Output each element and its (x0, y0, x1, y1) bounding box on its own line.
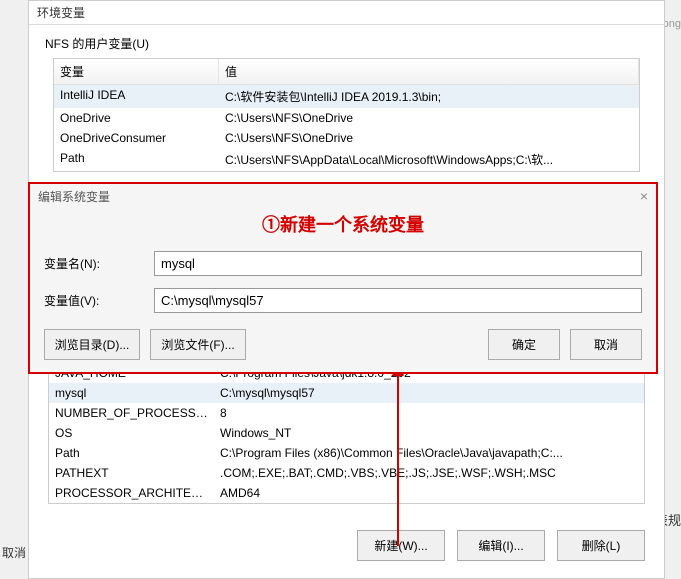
edit-system-var-dialog: 编辑系统变量 × ①新建一个系统变量 变量名(N): 变量值(V): 浏览目录(… (28, 182, 658, 374)
user-vars-section: NFS 的用户变量(U) 变量 值 IntelliJ IDEAC:\软件安装包\… (29, 25, 664, 176)
window-title: 环境变量 (29, 1, 664, 25)
cell-var: PATHEXT (49, 463, 214, 483)
annotation-text: ①新建一个系统变量 (30, 209, 656, 245)
system-vars-table: JAVA_HOMEC:\Program Files\Java\jdk1.8.0_… (48, 362, 645, 504)
delete-button[interactable]: 删除(L) (557, 530, 645, 561)
system-vars-buttons: 新建(W)... 编辑(I)... 删除(L) (357, 530, 645, 561)
table-row[interactable]: OneDriveConsumerC:\Users\NFS\OneDrive (54, 128, 639, 148)
cell-var: OneDrive (54, 108, 219, 128)
table-row[interactable]: PathC:\Program Files (x86)\Common Files\… (49, 443, 644, 463)
cell-val: C:\Program Files (x86)\Common Files\Orac… (214, 443, 644, 463)
new-button[interactable]: 新建(W)... (357, 530, 445, 561)
browse-file-button[interactable]: 浏览文件(F)... (150, 329, 246, 360)
var-value-input[interactable] (154, 288, 642, 313)
cell-val: 8 (214, 403, 644, 423)
outer-cancel[interactable]: 取消 (2, 544, 26, 561)
table-row[interactable]: PathC:\Users\NFS\AppData\Local\Microsoft… (54, 148, 639, 171)
var-name-input[interactable] (154, 251, 642, 276)
table-row[interactable]: OSWindows_NT (49, 423, 644, 443)
browse-dir-button[interactable]: 浏览目录(D)... (44, 329, 140, 360)
cell-var: NUMBER_OF_PROCESSORS (49, 403, 214, 423)
table-row[interactable]: OneDriveC:\Users\NFS\OneDrive (54, 108, 639, 128)
dialog-title: 编辑系统变量 × (30, 184, 656, 209)
cell-val: C:\mysql\mysql57 (214, 383, 644, 403)
user-vars-label: NFS 的用户变量(U) (45, 35, 648, 52)
cell-val: C:\Users\NFS\OneDrive (219, 128, 639, 148)
bg-fragment: ong (663, 18, 681, 30)
table-row[interactable]: NUMBER_OF_PROCESSORS8 (49, 403, 644, 423)
cell-var: PROCESSOR_ARCHITECTU... (49, 483, 214, 503)
annotation-arrow (397, 370, 399, 546)
table-row[interactable]: PROCESSOR_ARCHITECTU...AMD64 (49, 483, 644, 503)
close-icon[interactable]: × (640, 188, 648, 204)
table-row[interactable]: mysqlC:\mysql\mysql57 (49, 383, 644, 403)
table-header: 变量 值 (54, 59, 639, 85)
cancel-button[interactable]: 取消 (570, 329, 642, 360)
edit-button[interactable]: 编辑(I)... (457, 530, 545, 561)
user-vars-table: 变量 值 IntelliJ IDEAC:\软件安装包\IntelliJ IDEA… (53, 58, 640, 172)
cell-val: C:\软件安装包\IntelliJ IDEA 2019.1.3\bin; (219, 85, 639, 108)
cell-val: C:\Users\NFS\AppData\Local\Microsoft\Win… (219, 148, 639, 171)
cell-val: C:\Users\NFS\OneDrive (219, 108, 639, 128)
ok-button[interactable]: 确定 (488, 329, 560, 360)
cell-var: IntelliJ IDEA (54, 85, 219, 108)
header-var[interactable]: 变量 (54, 59, 219, 84)
cell-val: AMD64 (214, 483, 644, 503)
cell-val: .COM;.EXE;.BAT;.CMD;.VBS;.VBE;.JS;.JSE;.… (214, 463, 644, 483)
cell-var: Path (54, 148, 219, 171)
cell-var: mysql (49, 383, 214, 403)
table-row[interactable]: PATHEXT.COM;.EXE;.BAT;.CMD;.VBS;.VBE;.JS… (49, 463, 644, 483)
table-row[interactable]: IntelliJ IDEAC:\软件安装包\IntelliJ IDEA 2019… (54, 85, 639, 108)
var-value-label: 变量值(V): (44, 292, 154, 309)
header-val[interactable]: 值 (219, 59, 639, 84)
cell-var: OneDriveConsumer (54, 128, 219, 148)
dialog-title-text: 编辑系统变量 (38, 190, 110, 204)
cell-val: Windows_NT (214, 423, 644, 443)
cell-var: Path (49, 443, 214, 463)
cell-var: OS (49, 423, 214, 443)
var-name-label: 变量名(N): (44, 255, 154, 272)
